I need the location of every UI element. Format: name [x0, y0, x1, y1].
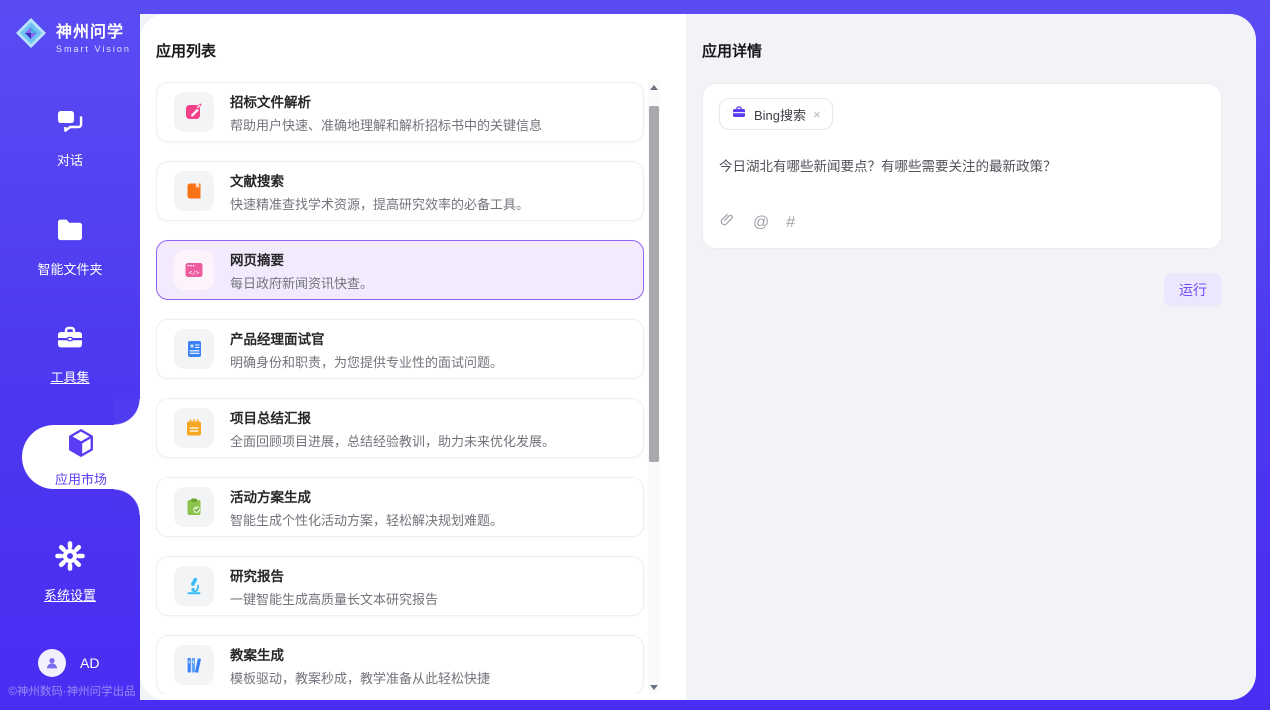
resume-icon: [174, 329, 214, 369]
avatar: [38, 649, 66, 677]
sidebar-item-label: 应用市场: [55, 469, 107, 488]
app-list-panel: 应用列表 招标文件解析 帮助用户快速、准确地理解和解析招标书中的关键信息: [140, 14, 686, 700]
brand-name: 神州问学: [56, 18, 131, 42]
prompt-input-card[interactable]: Bing搜索 × 今日湖北有哪些新闻要点？有哪些需要关注的最新政策？ @ #: [702, 83, 1222, 249]
paperclip-icon[interactable]: [719, 211, 736, 234]
app-card-research-report[interactable]: 研究报告 一键智能生成高质量长文本研究报告: [156, 556, 644, 616]
app-list-title: 应用列表: [156, 40, 216, 61]
chat-icon: [54, 105, 86, 142]
folder-icon: [54, 214, 86, 251]
sidebar-item-toolset[interactable]: 工具集: [0, 322, 140, 386]
hash-icon[interactable]: #: [786, 214, 795, 232]
clipboard-check-icon: [174, 487, 214, 527]
app-card-list: 招标文件解析 帮助用户快速、准确地理解和解析招标书中的关键信息 文献搜索 快速精…: [156, 82, 646, 694]
query-textarea[interactable]: 今日湖北有哪些新闻要点？有哪些需要关注的最新政策？: [719, 155, 1205, 175]
scroll-down-arrow[interactable]: [648, 680, 660, 694]
scrollbar-thumb[interactable]: [649, 106, 659, 462]
briefcase-icon: [731, 104, 747, 125]
content-panel: 应用列表 招标文件解析 帮助用户快速、准确地理解和解析招标书中的关键信息: [140, 14, 1256, 700]
app-card-project-summary[interactable]: 项目总结汇报 全面回顾项目进展，总结经验教训，助力未来优化发展。: [156, 398, 644, 458]
sidebar-item-label: 智能文件夹: [37, 259, 102, 278]
app-desc: 全面回顾项目进展，总结经验教训，助力未来优化发展。: [230, 431, 555, 450]
app-desc: 明确身份和职责，为您提供专业性的面试问题。: [230, 352, 503, 371]
brand-subtitle: Smart Vision: [56, 44, 131, 54]
user-account[interactable]: AD: [38, 649, 99, 677]
app-desc: 每日政府新闻资讯快查。: [230, 273, 373, 292]
app-desc: 智能生成个性化活动方案，轻松解决规划难题。: [230, 510, 503, 529]
app-card-literature-search[interactable]: 文献搜索 快速精准查找学术资源，提高研究效率的必备工具。: [156, 161, 644, 221]
sidebar-item-label: 对话: [57, 150, 83, 169]
app-title: 活动方案生成: [230, 486, 503, 506]
app-desc: 模板驱动，教案秒成，教学准备从此轻松快捷: [230, 668, 490, 687]
app-title: 网页摘要: [230, 249, 373, 269]
app-title: 研究报告: [230, 565, 438, 585]
app-card-web-summary[interactable]: </> 网页摘要 每日政府新闻资讯快查。: [156, 240, 644, 300]
sidebar-item-chat[interactable]: 对话: [0, 105, 140, 169]
app-desc: 快速精准查找学术资源，提高研究效率的必备工具。: [230, 194, 529, 213]
app-card-lesson-plan[interactable]: 教案生成 模板驱动，教案秒成，教学准备从此轻松快捷: [156, 635, 644, 694]
briefcase-icon: [54, 322, 86, 359]
run-button[interactable]: 运行: [1164, 273, 1222, 307]
app-card-event-plan[interactable]: 活动方案生成 智能生成个性化活动方案，轻松解决规划难题。: [156, 477, 644, 537]
sidebar-item-label: 系统设置: [44, 585, 96, 604]
tool-chip-label: Bing搜索: [754, 105, 806, 124]
sidebar-item-smart-folders[interactable]: 智能文件夹: [0, 214, 140, 278]
microscope-icon: [174, 566, 214, 606]
list-scrollbar[interactable]: [648, 80, 660, 694]
sidebar: 神州问学 Smart Vision 对话 智能文件夹: [0, 0, 140, 710]
sidebar-item-settings[interactable]: 系统设置: [0, 540, 140, 604]
gear-icon: [54, 540, 86, 577]
diamond-logo-icon: [14, 16, 48, 55]
books-icon: [174, 645, 214, 685]
app-desc: 一键智能生成高质量长文本研究报告: [230, 589, 438, 608]
copyright-text: ©神州数码·神州问学出品: [4, 683, 140, 699]
svg-text:</>: </>: [189, 269, 200, 276]
mention-icon[interactable]: @: [753, 214, 769, 232]
cube-icon: [64, 426, 98, 465]
app-desc: 帮助用户快速、准确地理解和解析招标书中的关键信息: [230, 115, 542, 134]
sidebar-item-label: 工具集: [50, 367, 89, 386]
app-title: 产品经理面试官: [230, 328, 503, 348]
app-title: 文献搜索: [230, 170, 529, 190]
app-detail-panel: 应用详情 Bing搜索 × 今日湖北有哪些新闻要点？有哪些需要关注的最新政策？: [686, 14, 1256, 700]
app-window: 神州问学 Smart Vision 对话 智能文件夹: [0, 0, 1270, 714]
app-title: 项目总结汇报: [230, 407, 555, 427]
app-card-bid-parsing[interactable]: 招标文件解析 帮助用户快速、准确地理解和解析招标书中的关键信息: [156, 82, 644, 142]
notepad-icon: [174, 408, 214, 448]
document-edit-icon: [174, 92, 214, 132]
app-detail-title: 应用详情: [702, 40, 1222, 61]
user-initials: AD: [80, 655, 99, 671]
app-title: 招标文件解析: [230, 91, 542, 111]
sidebar-item-app-market[interactable]: 应用市场: [22, 425, 140, 489]
app-title: 教案生成: [230, 644, 490, 664]
book-icon: [174, 171, 214, 211]
tool-chip-bing-search[interactable]: Bing搜索 ×: [719, 98, 833, 130]
browser-code-icon: </>: [174, 250, 214, 290]
app-card-pm-interviewer[interactable]: 产品经理面试官 明确身份和职责，为您提供专业性的面试问题。: [156, 319, 644, 379]
scroll-up-arrow[interactable]: [648, 80, 660, 94]
brand-logo: 神州问学 Smart Vision: [14, 16, 131, 55]
close-icon[interactable]: ×: [813, 108, 821, 121]
attachment-toolbar: @ #: [719, 211, 795, 234]
